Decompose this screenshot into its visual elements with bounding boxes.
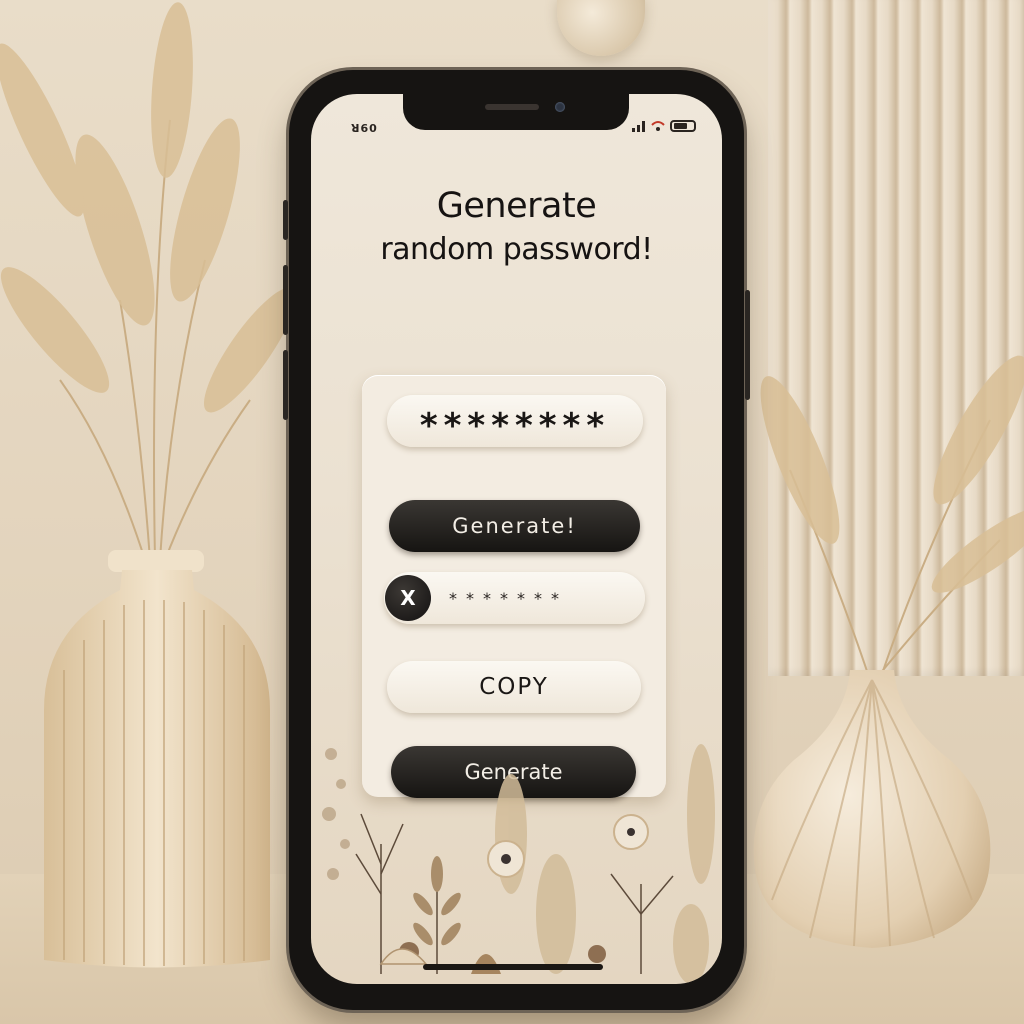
mute-switch xyxy=(283,200,288,240)
status-bar-text: ꓤ60 xyxy=(351,122,378,135)
page-title-line1: Generate xyxy=(436,186,597,226)
password-field[interactable]: ******** xyxy=(387,395,643,447)
battery-icon xyxy=(670,120,696,132)
home-indicator[interactable] xyxy=(423,964,603,970)
wifi-icon xyxy=(651,121,665,131)
phone-mockup: ꓤ60 Generate random password! ******** G… xyxy=(283,70,750,1010)
ribbed-vase-right xyxy=(753,670,991,948)
phone-screen: ꓤ60 Generate random password! ******** G… xyxy=(311,94,722,984)
speaker-grille xyxy=(485,104,539,110)
signal-icon xyxy=(632,121,645,132)
generate-button-primary[interactable]: Generate! xyxy=(389,500,640,552)
notch xyxy=(403,94,629,130)
decorative-sphere xyxy=(557,0,645,56)
masked-password-text: ******* xyxy=(449,588,568,608)
pampas-grass-right xyxy=(760,355,1024,680)
page-title-line2: random password! xyxy=(380,232,653,267)
volume-up-button xyxy=(283,265,288,335)
ribbed-vase-left xyxy=(44,550,270,968)
power-button xyxy=(745,290,750,400)
front-camera xyxy=(555,102,565,112)
status-bar-icons xyxy=(632,120,696,132)
botanical-illustration xyxy=(322,744,715,984)
pampas-grass-left xyxy=(0,2,290,561)
volume-down-button xyxy=(283,350,288,420)
